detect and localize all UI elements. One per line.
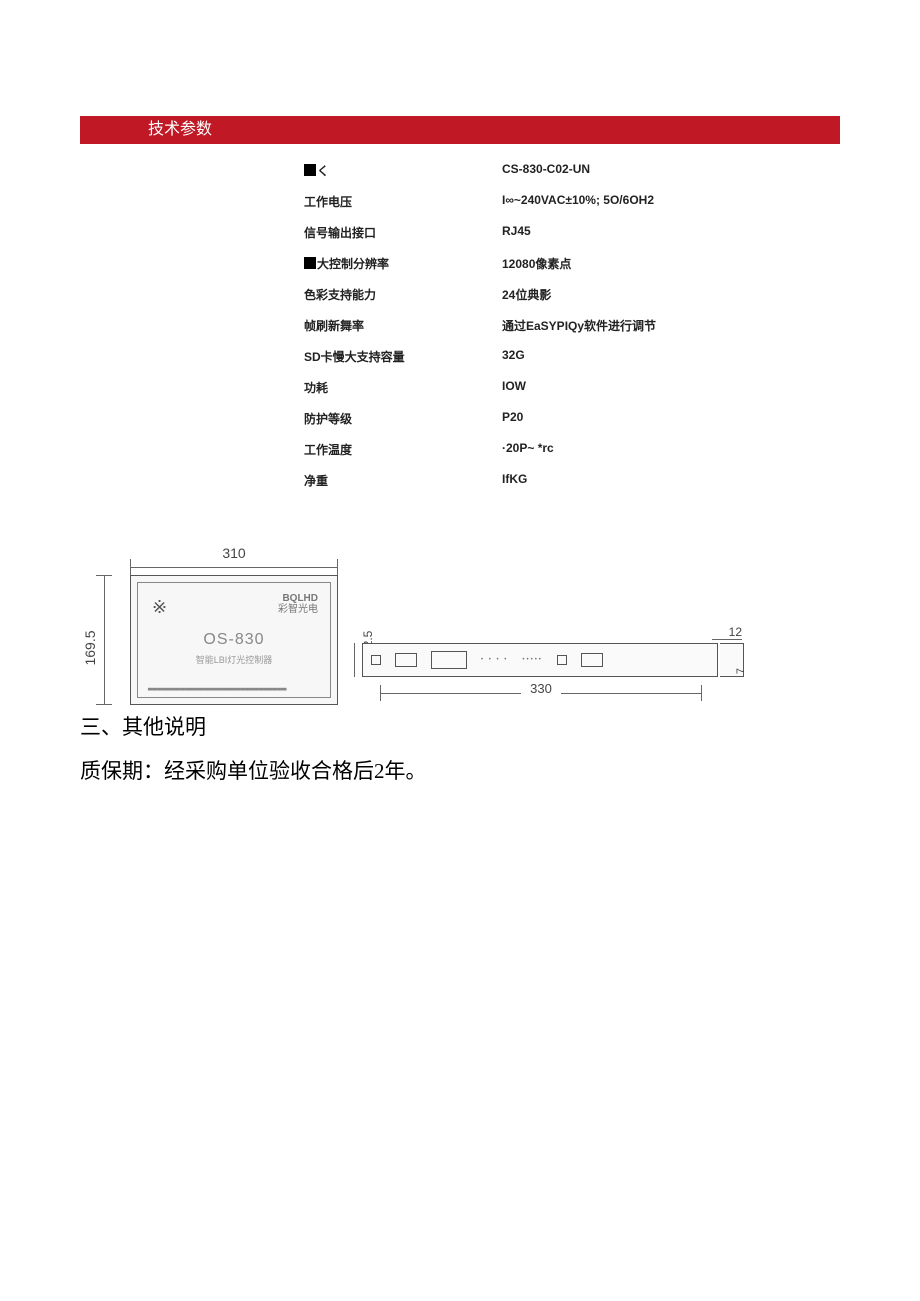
dots-icon: • • • • bbox=[481, 657, 508, 663]
spec-row: 帧刷新舞率 通过EaSYPIQy软件进行调节 bbox=[304, 317, 840, 334]
port-icon bbox=[371, 655, 381, 665]
spec-row: 色彩支持能力 24位典影 bbox=[304, 286, 840, 303]
spec-value: 12080像素点 bbox=[502, 255, 571, 272]
dim-end-label: 7 bbox=[735, 668, 747, 674]
spec-value: ·20P~ *rc bbox=[502, 441, 554, 458]
spec-value: RJ45 bbox=[502, 224, 531, 241]
dim-line bbox=[354, 643, 355, 677]
dim-line bbox=[712, 639, 742, 640]
spec-label: 功耗 bbox=[304, 379, 502, 396]
dim-tick bbox=[380, 685, 381, 701]
dimension-diagrams: 310 169.5 ※ BQLHD 彩智光电 OS-830 智能LBI灯 bbox=[80, 545, 840, 705]
screen-icon bbox=[431, 651, 467, 669]
dim-side-width-label: 330 bbox=[521, 681, 561, 696]
dim-height-label: 169.5 bbox=[82, 598, 98, 698]
port-icon bbox=[557, 655, 567, 665]
spec-label: 工作电压 bbox=[304, 193, 502, 210]
dim-height: 169.5 bbox=[82, 575, 112, 705]
spec-value: 32G bbox=[502, 348, 525, 365]
spec-row: 工作电压 I∞~240VAC±10%; 5O/6OH2 bbox=[304, 193, 840, 210]
side-view-diagram: 12 22.5 • • • • ••••• 7 330 bbox=[362, 625, 742, 705]
spec-label: 信号输出接口 bbox=[304, 224, 502, 241]
square-icon bbox=[304, 164, 316, 176]
dim-tick bbox=[337, 559, 338, 575]
section-3-title: 三、其他说明 bbox=[80, 711, 840, 741]
banner-title: 技术参数 bbox=[148, 121, 212, 138]
spec-label: 帧刷新舞率 bbox=[304, 317, 502, 334]
device-front-inner: ※ BQLHD 彩智光电 OS-830 智能LBI灯光控制器 ▃▃▃▃▃▃▃▃▃… bbox=[137, 582, 331, 698]
port-icon bbox=[395, 653, 417, 667]
model-text: OS-830 bbox=[138, 631, 330, 649]
spec-label: 防护等级 bbox=[304, 410, 502, 427]
spec-label: 净重 bbox=[304, 472, 502, 489]
dim-tick bbox=[96, 704, 112, 705]
dim-line bbox=[130, 567, 338, 568]
spec-label: 色彩支持能力 bbox=[304, 286, 502, 303]
spec-label: 工作温度 bbox=[304, 441, 502, 458]
spec-value: I∞~240VAC±10%; 5O/6OH2 bbox=[502, 193, 654, 210]
dim-tick bbox=[701, 685, 702, 701]
spec-row: 信号输出接口 RJ45 bbox=[304, 224, 840, 241]
spec-value: IfKG bbox=[502, 472, 527, 489]
spec-row: 功耗 IOW bbox=[304, 379, 840, 396]
dots-icon: ••••• bbox=[522, 657, 543, 663]
spec-row: 净重 IfKG bbox=[304, 472, 840, 489]
spec-value: P20 bbox=[502, 410, 523, 427]
spec-row: 大控制分辨率 12080像素点 bbox=[304, 255, 840, 272]
spec-row: 防护等级 P20 bbox=[304, 410, 840, 427]
dim-width-label: 310 bbox=[130, 545, 338, 561]
port-icon bbox=[581, 653, 603, 667]
logo-icon: ※ bbox=[152, 597, 167, 618]
spec-label: SD卡慢大支持容量 bbox=[304, 348, 502, 365]
device-side-panel: • • • • ••••• bbox=[362, 643, 718, 677]
dim-tick bbox=[96, 575, 112, 576]
model-subtitle: 智能LBI灯光控制器 bbox=[138, 653, 330, 666]
dim-top-right-label: 12 bbox=[729, 625, 742, 639]
front-view-diagram: 310 169.5 ※ BQLHD 彩智光电 OS-830 智能LBI灯 bbox=[80, 545, 338, 705]
spec-value: CS-830-C02-UN bbox=[502, 162, 590, 179]
dim-line bbox=[104, 575, 105, 705]
spec-row: く CS-830-C02-UN bbox=[304, 162, 840, 179]
square-icon bbox=[304, 257, 316, 269]
dim-side-width: 330 bbox=[380, 685, 702, 701]
dim-tick bbox=[130, 559, 131, 575]
spec-row: SD卡慢大支持容量 32G bbox=[304, 348, 840, 365]
spec-label: く bbox=[304, 162, 502, 179]
spec-row: 工作温度 ·20P~ *rc bbox=[304, 441, 840, 458]
spec-value: IOW bbox=[502, 379, 526, 396]
spec-table: く CS-830-C02-UN 工作电压 I∞~240VAC±10%; 5O/6… bbox=[304, 162, 840, 489]
spec-label: 大控制分辨率 bbox=[304, 255, 502, 272]
front-footer-strip: ▃▃▃▃▃▃▃▃▃▃▃▃▃▃▃▃▃▃▃▃▃▃▃▃▃▃▃▃▃▃ bbox=[148, 684, 320, 691]
section-banner: 技术参数 bbox=[80, 116, 840, 144]
spec-value: 通过EaSYPIQy软件进行调节 bbox=[502, 317, 656, 334]
device-front-panel: ※ BQLHD 彩智光电 OS-830 智能LBI灯光控制器 ▃▃▃▃▃▃▃▃▃… bbox=[130, 575, 338, 705]
warranty-text: 质保期：经采购单位验收合格后2年。 bbox=[80, 755, 840, 785]
spec-value: 24位典影 bbox=[502, 286, 551, 303]
brand-text: BQLHD 彩智光电 bbox=[278, 593, 318, 615]
